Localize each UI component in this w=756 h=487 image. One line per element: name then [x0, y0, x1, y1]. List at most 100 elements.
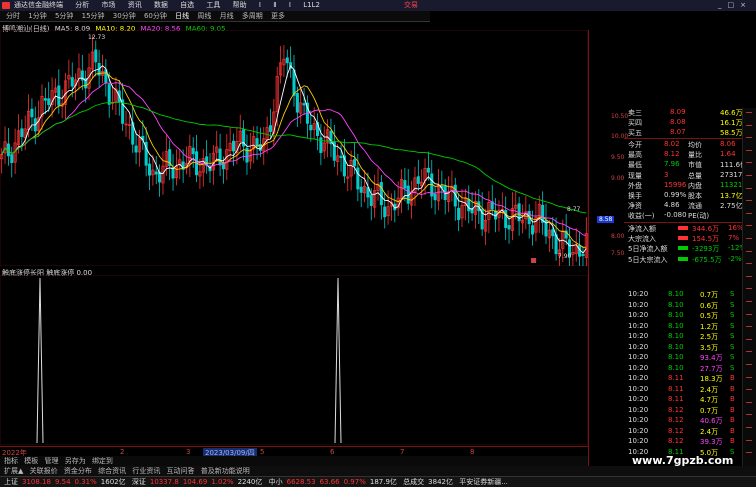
menu-analysis[interactable]: 分析 [75, 1, 89, 9]
side-tick [746, 326, 752, 328]
candlestick-chart[interactable] [0, 30, 588, 266]
tab-manage[interactable]: 管理 [44, 457, 58, 465]
trade-row[interactable]: 10:20 8.10 1.2万 S [624, 322, 756, 332]
flow-label: 大宗流入 [628, 235, 656, 244]
trade-row[interactable]: 10:20 8.10 0.5万 S [624, 311, 756, 321]
menu-news[interactable]: 资讯 [128, 1, 142, 9]
candle-body [134, 145, 138, 153]
tab-interactive-qa[interactable]: 互动问答 [167, 467, 195, 475]
main-menu: 通达信金融终端 分析 市场 资讯 数据 自选 工具 帮助 Ⅰ Ⅱ Ⅰ L1L2 [14, 1, 330, 9]
trade-row[interactable]: 10:20 8.11 4.7万 B [624, 395, 756, 405]
side-tick [746, 364, 752, 365]
side-tick [746, 200, 752, 202]
candle-body [255, 138, 259, 147]
side-tick [746, 112, 752, 113]
trade-time: 10:20 [628, 384, 649, 393]
current-price-tag: 8.58 [597, 216, 615, 223]
time-axis: 2022年 2 3 2023/03/09/四 5 6 7 8 [0, 446, 588, 458]
period-tab[interactable]: 更多 [271, 12, 285, 20]
tab-template[interactable]: 模板 [24, 457, 38, 465]
tab-extend[interactable]: 扩展▲ [4, 467, 23, 475]
trade-row[interactable]: 10:20 8.12 0.7万 B [624, 406, 756, 416]
title-bar: 通达信金融终端 分析 市场 资讯 数据 自选 工具 帮助 Ⅰ Ⅱ Ⅰ L1L2 … [0, 0, 756, 11]
tab-save-as[interactable]: 另存为 [65, 457, 86, 465]
sz-label[interactable]: 深证 [132, 478, 146, 486]
flow-bar [678, 256, 688, 261]
broker-label[interactable]: 平安证券新疆... [459, 478, 508, 486]
period-tab[interactable]: 多周期 [242, 12, 263, 20]
trade-time: 10:20 [628, 363, 649, 372]
window-controls[interactable]: _□× [718, 0, 752, 11]
signal-spike [334, 277, 342, 444]
trade-row[interactable]: 10:20 8.11 2.4万 B [624, 385, 756, 395]
order-volume: 58.5万 [720, 129, 743, 137]
tab-general-news[interactable]: 综合资讯 [98, 467, 126, 475]
tab-new-features[interactable]: 普及新功能说明 [201, 467, 250, 475]
app-logo-icon [2, 2, 10, 9]
trade-price: 8.11 [668, 395, 684, 403]
zx-amount: 187.9亿 [369, 478, 397, 486]
trade-price: 8.10 [668, 290, 684, 298]
trade-price: 8.10 [668, 311, 684, 319]
period-tab[interactable]: 1分钟 [28, 12, 46, 20]
period-tab[interactable]: 分时 [6, 12, 20, 20]
candle-body [457, 207, 461, 220]
period-tab[interactable]: 15分钟 [82, 12, 105, 20]
trade-volume: 93.4万 [700, 354, 723, 362]
trade-row[interactable]: 10:20 8.12 40.6万 B [624, 416, 756, 426]
tab-related-quotes[interactable]: 关联报价 [30, 467, 58, 475]
trade-row[interactable]: 10:20 8.10 0.7万 S [624, 290, 756, 300]
period-tab[interactable]: 60分钟 [144, 12, 167, 20]
menu-ii[interactable]: Ⅱ [273, 1, 276, 9]
period-tab[interactable]: 周线 [197, 12, 211, 20]
trade-row[interactable]: 10:20 8.10 3.5万 S [624, 343, 756, 353]
axis-label: 7.50 [611, 250, 625, 257]
menu-watchlist[interactable]: 自选 [180, 1, 194, 9]
menu-help[interactable]: 帮助 [233, 1, 247, 9]
menu-data[interactable]: 数据 [154, 1, 168, 9]
trade-button[interactable]: 交易 [404, 0, 418, 11]
period-bar: 分时 1分钟 5分钟 15分钟 30分钟 60分钟 日线 周线 月线 多周期 更… [0, 11, 430, 22]
candle-body [107, 84, 111, 105]
watermark: www.7gpzb.com [632, 454, 734, 467]
trade-row[interactable]: 10:20 8.10 0.6万 S [624, 301, 756, 311]
axis-label: 9.50 [611, 154, 625, 161]
tab-industry-news[interactable]: 行业资讯 [132, 467, 160, 475]
zx-label[interactable]: 中小 [269, 478, 283, 486]
tab-indicator[interactable]: 指标 [4, 457, 18, 465]
candle-body [551, 229, 555, 237]
trade-time: 10:20 [628, 353, 649, 361]
extension-tabs: 扩展▲ 关联报价 资金分布 综合资讯 行业资讯 互动问答 普及新功能说明 [0, 466, 756, 476]
sh-label[interactable]: 上证 [4, 478, 18, 486]
trade-row[interactable]: 10:20 8.10 27.7万 S [624, 364, 756, 374]
trade-side: S [730, 332, 735, 340]
period-tab[interactable]: 30分钟 [113, 12, 136, 20]
candle-body [581, 254, 585, 256]
menu-l1l2[interactable]: L1L2 [303, 1, 320, 9]
period-tab[interactable]: 月线 [220, 12, 234, 20]
divider [624, 138, 742, 139]
tab-bind[interactable]: 绑定到 [92, 457, 113, 465]
period-tab[interactable]: 5分钟 [55, 12, 73, 20]
tab-fund-distribution[interactable]: 资金分布 [64, 467, 92, 475]
time-label: 6 [330, 448, 335, 456]
trade-row[interactable]: 10:20 8.12 2.4万 B [624, 427, 756, 437]
trade-row[interactable]: 10:20 8.11 18.3万 B [624, 374, 756, 384]
stat-label: PE(动) [688, 212, 710, 221]
menu-market[interactable]: 市场 [101, 1, 115, 9]
period-tab-active[interactable]: 日线 [175, 12, 189, 20]
trade-row[interactable]: 10:20 8.12 39.3万 B [624, 437, 756, 447]
time-label: 5 [260, 448, 265, 456]
side-tick [746, 124, 752, 126]
trade-row[interactable]: 10:20 8.10 93.4万 S [624, 353, 756, 363]
trade-time: 10:20 [628, 300, 649, 309]
trade-row[interactable]: 10:20 8.10 2.5万 S [624, 332, 756, 342]
trade-time: 10:20 [628, 395, 649, 403]
menu-i[interactable]: Ⅰ [259, 1, 261, 9]
menu-i2[interactable]: Ⅰ [289, 1, 291, 9]
candle-body [285, 57, 289, 64]
candle-body [379, 182, 383, 206]
indicator-chart[interactable] [0, 275, 588, 445]
flow-label: 5日大宗流入 [628, 255, 668, 264]
menu-tools[interactable]: 工具 [206, 1, 220, 9]
